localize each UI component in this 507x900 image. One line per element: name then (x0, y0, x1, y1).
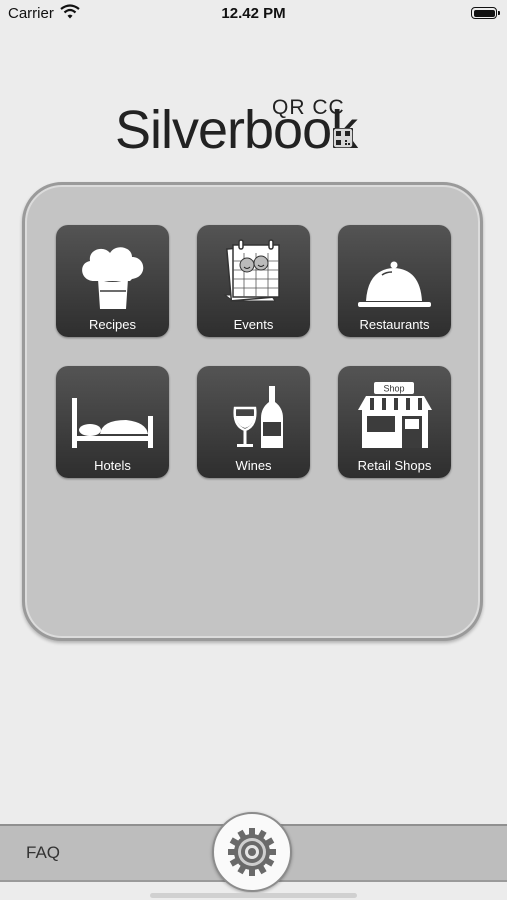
chef-hat-icon (82, 247, 144, 309)
gear-icon (228, 828, 276, 876)
tile-label: Retail Shops (357, 458, 432, 473)
shop-sign-text: Shop (383, 384, 404, 394)
home-indicator (150, 893, 357, 898)
tile-label: Hotels (94, 458, 131, 473)
cloche-icon (358, 261, 431, 307)
tile-label: Wines (235, 458, 272, 473)
app-logo: Silverbook QR CC (115, 96, 405, 163)
status-time: 12.42 PM (221, 5, 286, 22)
tile-wines[interactable]: Wines (197, 366, 310, 478)
category-panel: Recipes Events Restaurants Hotels Wines … (22, 182, 483, 641)
qr-code-icon (333, 128, 353, 148)
shop-icon: Shop (358, 382, 432, 448)
tile-restaurants[interactable]: Restaurants (338, 225, 451, 337)
calendar-icon (223, 239, 280, 302)
tile-label: Restaurants (359, 317, 430, 332)
wine-icon (233, 386, 283, 448)
status-bar: Carrier 12.42 PM (0, 0, 507, 28)
battery-icon (471, 7, 500, 19)
faq-link[interactable]: FAQ (26, 843, 60, 863)
tile-label: Recipes (89, 317, 136, 332)
tile-hotels[interactable]: Hotels (56, 366, 169, 478)
tile-events[interactable]: Events (197, 225, 310, 337)
tile-retail-shops[interactable]: Shop Retail Shops (338, 366, 451, 478)
tile-label: Events (233, 317, 274, 332)
logo-sub-text: QR CC (272, 96, 345, 119)
settings-button[interactable] (212, 812, 292, 892)
tile-recipes[interactable]: Recipes (56, 225, 169, 337)
bed-icon (72, 398, 153, 448)
